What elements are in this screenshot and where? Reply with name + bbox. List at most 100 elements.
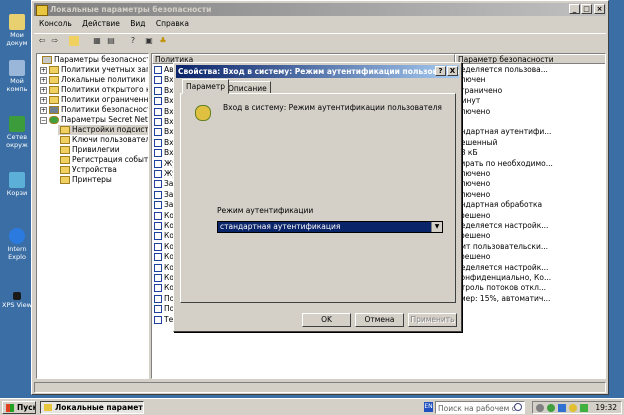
policy-setting-value[interactable]: андартная обработка bbox=[456, 200, 542, 210]
search-icon[interactable] bbox=[514, 403, 522, 411]
tree-item[interactable]: Ключи пользователя bbox=[58, 135, 148, 145]
policy-row[interactable]: За bbox=[154, 190, 173, 200]
expand-toggle[interactable]: + bbox=[40, 96, 47, 104]
policy-row[interactable]: Ко bbox=[154, 252, 174, 262]
policy-row[interactable]: По bbox=[154, 304, 174, 314]
policy-row[interactable]: Вх bbox=[154, 107, 174, 117]
tree-item[interactable]: + Политики учетных запис bbox=[40, 65, 148, 75]
minimize-button[interactable]: _ bbox=[569, 4, 580, 14]
policy-setting-value[interactable]: андартная аутентифи... bbox=[456, 127, 551, 137]
policy-row[interactable]: Вх bbox=[154, 86, 174, 96]
policy-setting-value[interactable]: змер: 15%, автоматич... bbox=[456, 294, 550, 304]
up-folder-icon[interactable] bbox=[69, 36, 79, 46]
help-button[interactable]: ? bbox=[435, 66, 446, 76]
refresh-icon[interactable]: ▣ bbox=[144, 36, 154, 46]
policy-row[interactable]: Ко bbox=[154, 221, 174, 231]
policy-setting-value[interactable]: дит пользовательски... bbox=[456, 242, 548, 252]
policy-row[interactable]: Ко bbox=[154, 242, 174, 252]
expand-toggle[interactable]: + bbox=[40, 76, 47, 84]
tree-item[interactable]: Устройства bbox=[58, 165, 117, 175]
policy-setting-value[interactable]: ределяется настройк... bbox=[456, 263, 548, 273]
policy-row[interactable]: Ко bbox=[154, 263, 174, 273]
policy-row[interactable]: По bbox=[154, 294, 174, 304]
policy-row[interactable]: Ко bbox=[154, 231, 174, 241]
export-list-icon[interactable]: ▤ bbox=[106, 36, 116, 46]
policy-row[interactable]: Вх bbox=[154, 138, 174, 148]
help-icon[interactable]: ? bbox=[128, 36, 138, 46]
dialog-close-button[interactable]: X bbox=[447, 66, 458, 76]
policy-row[interactable]: Ко bbox=[154, 283, 174, 293]
tree-item-selected[interactable]: Настройки подсистем bbox=[58, 125, 148, 135]
apply-button[interactable]: Применить bbox=[408, 313, 457, 327]
tree-item[interactable]: + Локальные политики bbox=[40, 75, 145, 85]
policy-setting-value[interactable]: решенный bbox=[456, 138, 497, 148]
column-header-setting[interactable]: Параметр безопасности bbox=[455, 54, 605, 64]
maximize-button[interactable]: □ bbox=[581, 4, 592, 14]
desktop-icon-my-documents[interactable]: Мои докум bbox=[0, 14, 34, 47]
tree-item[interactable]: + Политики открытого клю bbox=[40, 85, 148, 95]
security-tray-icon[interactable] bbox=[569, 404, 577, 412]
tree-item-label: Регистрация событий bbox=[72, 155, 149, 164]
forward-arrow-icon[interactable]: ⇨ bbox=[50, 36, 60, 46]
policy-row[interactable]: Те bbox=[154, 315, 173, 325]
policy-row[interactable]: Вх bbox=[154, 127, 174, 137]
ok-button[interactable]: OK bbox=[302, 313, 351, 327]
policy-row[interactable]: За bbox=[154, 200, 173, 210]
policy-row[interactable]: Ав bbox=[154, 65, 174, 75]
policy-row[interactable]: За bbox=[154, 179, 173, 189]
menu-help[interactable]: Справка bbox=[156, 19, 189, 28]
policy-setting-value[interactable]: ределяется пользова... bbox=[456, 65, 548, 75]
policy-setting-value[interactable]: ределяется настройк... bbox=[456, 221, 548, 231]
tree-item[interactable]: + Политики ограниченного bbox=[40, 95, 148, 105]
expand-toggle[interactable]: + bbox=[40, 66, 47, 74]
key-icon[interactable]: ♣ bbox=[158, 36, 168, 46]
policy-setting-value[interactable]: ограничено bbox=[456, 86, 502, 96]
secretnet-tray-icon[interactable] bbox=[547, 404, 555, 412]
tree-item[interactable]: − Параметры Secret Net bbox=[40, 115, 148, 125]
desktop-search-box[interactable]: Поиск на рабочем с bbox=[435, 401, 525, 414]
cancel-button[interactable]: Отмена bbox=[355, 313, 404, 327]
language-indicator[interactable]: EN bbox=[424, 402, 433, 412]
policy-setting-value[interactable]: нтроль потоков откл... bbox=[456, 283, 546, 293]
policy-row[interactable]: Ко bbox=[154, 273, 174, 283]
tree-item[interactable]: + Политики безопасности bbox=[40, 105, 148, 115]
policy-setting-value[interactable]: конфиденциально, Ко... bbox=[456, 273, 551, 283]
tab-parameter[interactable]: Параметр bbox=[182, 79, 229, 94]
tree-item[interactable]: Регистрация событий bbox=[58, 155, 149, 165]
desktop-icon-network[interactable]: Сетев окруж bbox=[0, 116, 34, 149]
policy-row[interactable]: Вх bbox=[154, 96, 174, 106]
desktop-icon-my-computer[interactable]: Мой компь bbox=[0, 60, 34, 93]
back-arrow-icon[interactable]: ⇦ bbox=[37, 36, 47, 46]
policy-icon bbox=[154, 315, 162, 324]
start-button[interactable]: Пуск bbox=[2, 401, 36, 414]
menu-view[interactable]: Вид bbox=[130, 19, 145, 28]
tree-item[interactable]: Принтеры bbox=[58, 175, 112, 185]
menu-action[interactable]: Действие bbox=[82, 19, 120, 28]
policy-row[interactable]: Ко bbox=[154, 211, 174, 221]
tree-pane[interactable]: Параметры безопасности + Политики учетных… bbox=[36, 53, 149, 379]
volume-tray-icon[interactable] bbox=[580, 404, 588, 412]
policy-row[interactable]: Вх bbox=[154, 117, 174, 127]
desktop-icon-recycle-bin[interactable]: Корзи bbox=[0, 172, 34, 197]
tree-item[interactable]: Параметры безопасности bbox=[40, 55, 148, 65]
policy-row[interactable]: Вх bbox=[154, 148, 174, 158]
dialog-titlebar[interactable]: Свойства: Вход в систему: Режим аутентиф… bbox=[176, 65, 459, 78]
properties-icon[interactable]: ▦ bbox=[92, 36, 102, 46]
menu-console[interactable]: Консоль bbox=[39, 19, 72, 28]
tree-item[interactable]: Привилегии bbox=[58, 145, 120, 155]
desktop-icon-xps-viewer[interactable]: XPS View bbox=[0, 292, 34, 309]
expand-toggle[interactable]: − bbox=[40, 116, 47, 124]
tray-app-icon[interactable] bbox=[536, 404, 544, 412]
chevron-down-icon[interactable]: ▼ bbox=[431, 222, 442, 232]
expand-toggle[interactable]: + bbox=[40, 86, 47, 94]
desktop-icon-internet-explorer[interactable]: Intern Explo bbox=[0, 228, 34, 261]
main-window-titlebar[interactable]: Локальные параметры безопасности _ □ × bbox=[34, 3, 606, 16]
policy-setting-value[interactable]: тирать по необходимо... bbox=[456, 159, 553, 169]
clock[interactable]: 19:32 bbox=[595, 403, 617, 412]
auth-mode-dropdown[interactable]: стандартная аутентификация ▼ bbox=[217, 221, 443, 233]
close-button[interactable]: × bbox=[594, 4, 605, 14]
taskbar-item-security-settings[interactable]: Локальные парамет... bbox=[40, 401, 144, 414]
expand-toggle[interactable]: + bbox=[40, 106, 47, 114]
network-tray-icon[interactable] bbox=[558, 404, 566, 412]
policy-row[interactable]: Вх bbox=[154, 75, 174, 85]
